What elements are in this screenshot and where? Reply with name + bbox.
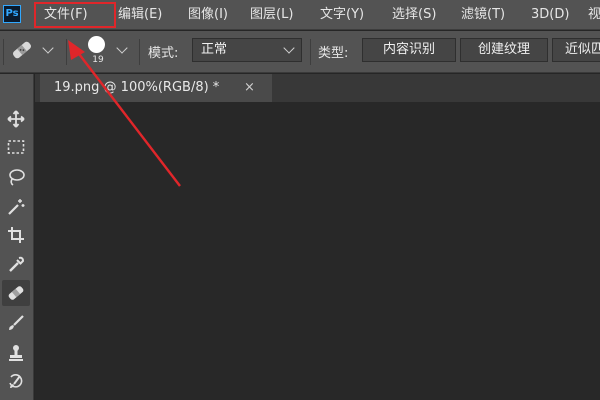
document-tab-title: 19.png @ 100%(RGB/8) *	[54, 80, 220, 95]
tool-preset-chevron-down-icon[interactable]	[42, 42, 54, 54]
chevron-down-icon	[283, 42, 295, 54]
brush-picker-chevron-down-icon[interactable]	[116, 42, 128, 54]
brush-icon	[9, 315, 24, 330]
lasso-tool[interactable]	[2, 164, 30, 190]
options-separator	[310, 39, 311, 65]
menu-file-highlight-box	[34, 2, 116, 28]
type-option-create-texture[interactable]: 创建纹理	[460, 38, 548, 62]
menu-image[interactable]: 图像(I)	[188, 0, 228, 30]
spot-healing-brush-icon	[8, 286, 24, 300]
tools-panel	[0, 74, 34, 400]
spot-healing-brush-tool[interactable]	[2, 280, 30, 306]
eyedropper-tool[interactable]	[2, 252, 30, 278]
mode-select[interactable]: 正常	[192, 38, 302, 62]
brush-preview-icon[interactable]	[88, 36, 105, 53]
mode-select-value: 正常	[201, 42, 228, 57]
menu-bar: Ps 文件(F) 编辑(E) 图像(I) 图层(L) 文字(Y) 选择(S) 滤…	[0, 0, 600, 30]
magic-wand-tool[interactable]	[2, 194, 30, 220]
move-icon	[7, 110, 25, 128]
crop-tool[interactable]	[2, 222, 30, 248]
menu-layer[interactable]: 图层(L)	[250, 0, 293, 30]
brush-size-value: 19	[92, 55, 104, 65]
move-tool[interactable]	[2, 106, 30, 132]
type-option-proximity-match[interactable]: 近似匹	[552, 38, 600, 62]
options-grip	[3, 39, 4, 65]
magic-wand-icon	[8, 199, 25, 215]
document-tab[interactable]: 19.png @ 100%(RGB/8) * ×	[40, 74, 272, 102]
menu-select[interactable]: 选择(S)	[392, 0, 436, 30]
brush-tool[interactable]	[2, 310, 30, 336]
lasso-icon	[9, 169, 25, 186]
menu-3d[interactable]: 3D(D)	[531, 0, 569, 30]
type-option-content-aware[interactable]: 内容识别	[362, 38, 456, 62]
photoshop-logo-icon: Ps	[3, 5, 21, 23]
clone-stamp-icon	[9, 345, 23, 361]
clone-stamp-tool[interactable]	[2, 340, 30, 366]
close-icon[interactable]: ×	[244, 74, 255, 102]
options-separator	[139, 39, 140, 65]
history-brush-tool[interactable]	[2, 368, 30, 394]
menu-filter[interactable]: 滤镜(T)	[461, 0, 505, 30]
mode-label: 模式:	[148, 46, 179, 61]
menu-edit[interactable]: 编辑(E)	[118, 0, 162, 30]
type-label: 类型:	[318, 46, 349, 61]
canvas-area[interactable]	[35, 102, 600, 400]
history-brush-icon	[9, 374, 23, 388]
crop-icon	[8, 227, 24, 243]
eyedropper-icon	[9, 256, 25, 272]
rectangle-marquee-tool[interactable]	[2, 134, 30, 160]
rectangle-marquee-icon	[7, 140, 25, 154]
menu-type[interactable]: 文字(Y)	[320, 0, 364, 30]
menu-view[interactable]: 视	[588, 0, 600, 30]
spot-healing-brush-icon[interactable]	[10, 39, 36, 63]
options-separator	[66, 39, 67, 65]
